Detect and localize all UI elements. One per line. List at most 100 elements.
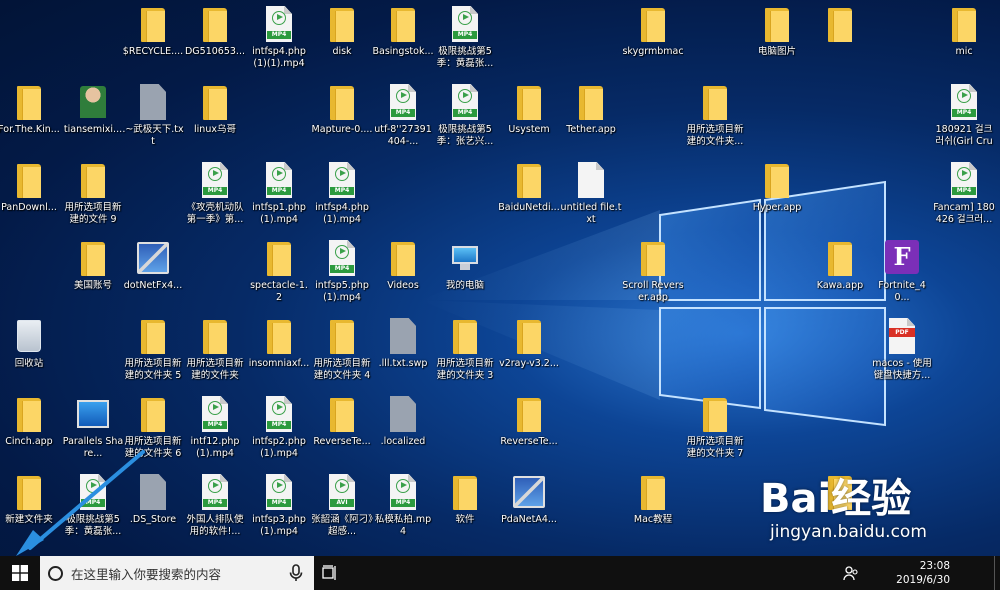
desktop-icon[interactable]: MP4 180921 걸크러쉬(Girl Crus... — [933, 82, 995, 158]
desktop-icon[interactable]: Kawa.app — [809, 238, 871, 314]
desktop-icon[interactable]: MP4 intf12.php (1).mp4 — [184, 394, 246, 470]
desktop-icon-label: spectacle-1.2 — [250, 280, 308, 303]
desktop[interactable]: $RECYCLE.... DG510653... MP4 intfsp4.php (1… — [0, 0, 1000, 556]
desktop-icon[interactable]: Hyper.app — [746, 160, 808, 236]
desktop-icon[interactable]: MP4 utf-8''27391404-... — [372, 82, 434, 158]
desktop-icon[interactable] — [809, 4, 871, 80]
desktop-icon[interactable]: F Fortnite_40... — [871, 238, 933, 314]
desktop-icon[interactable]: Usystem — [498, 82, 560, 158]
desktop-icon[interactable]: MP4 极限挑战第5季：黄磊张... — [62, 472, 124, 548]
desktop-icon-label: 外国人排队使用的软件!... — [186, 514, 244, 537]
desktop-icon[interactable]: 用所选项目新建的文件 9 — [62, 160, 124, 236]
desktop-icon[interactable]: 用所选项目新建的文件夹 7 — [684, 394, 746, 470]
installer-icon — [513, 476, 545, 508]
desktop-icon[interactable]: Basingstok... — [372, 4, 434, 80]
folder-icon — [579, 86, 603, 120]
desktop-icon-label: insomniaxf... — [248, 358, 310, 369]
desktop-icon[interactable]: 用所选项目新建的文件夹 4 — [311, 316, 373, 392]
blank-file-icon — [140, 474, 166, 510]
desktop-icon[interactable]: .localized — [372, 394, 434, 470]
desktop-icon[interactable]: tiansemixi... — [62, 82, 124, 158]
desktop-icon[interactable]: $RECYCLE.... — [122, 4, 184, 80]
desktop-icon[interactable]: 用所选项目新建的文件夹 — [184, 316, 246, 392]
desktop-icon[interactable]: MP4 intfsp4.php (1)(1).mp4 — [248, 4, 310, 80]
search-input[interactable]: 在这里输入你要搜索的内容 — [71, 564, 286, 583]
desktop-icon[interactable]: MP4 intfsp4.php (1).mp4 — [311, 160, 373, 236]
desktop-icon[interactable]: v2ray-v3.2... — [498, 316, 560, 392]
desktop-icon[interactable]: For.The.Kin... — [0, 82, 60, 158]
desktop-icon-label: intfsp2.php (1).mp4 — [252, 436, 306, 459]
desktop-icon[interactable]: insomniaxf... — [248, 316, 310, 392]
desktop-icon-label: linux乌哥 — [194, 124, 236, 135]
desktop-icon-label: 张韶涵《阿刁》超感... — [311, 514, 373, 537]
mp4-file-icon: MP4 — [202, 474, 228, 510]
desktop-icon[interactable]: disk — [311, 4, 373, 80]
desktop-icon[interactable]: linux乌哥 — [184, 82, 246, 158]
desktop-icon[interactable]: mic — [933, 4, 995, 80]
desktop-icon[interactable]: 我的电脑 — [434, 238, 496, 314]
desktop-icon[interactable]: 新建文件夹 — [0, 472, 60, 548]
desktop-icon-label: 180921 걸크러쉬(Girl Crus... — [935, 124, 993, 147]
desktop-icon[interactable]: MP4 私模私拍.mp4 — [372, 472, 434, 548]
folder-icon — [267, 320, 291, 354]
mp4-file-icon: MP4 — [951, 162, 977, 198]
desktop-icon[interactable]: Tether.app — [560, 82, 622, 158]
desktop-icon[interactable]: .DS_Store — [122, 472, 184, 548]
desktop-icon[interactable]: AVI 张韶涵《阿刁》超感... — [311, 472, 373, 548]
desktop-icon[interactable]: Scroll Reverser.app — [622, 238, 684, 314]
desktop-icon[interactable]: DG510653... — [184, 4, 246, 80]
desktop-icon[interactable]: 用所选项目新建的文件夹 5 — [122, 316, 184, 392]
mp4-file-icon: MP4 — [951, 84, 977, 120]
desktop-icon[interactable]: 用所选项目新建的文件夹 3 — [434, 316, 496, 392]
folder-icon — [81, 164, 105, 198]
system-clock[interactable]: 23:08 2019/6/30 — [880, 559, 950, 587]
desktop-icon[interactable]: 回收站 — [0, 316, 60, 392]
desktop-icon-label: BaiduNetdi... — [498, 202, 560, 213]
desktop-icon[interactable]: MP4 intfsp3.php (1).mp4 — [248, 472, 310, 548]
desktop-icon[interactable]: spectacle-1.2 — [248, 238, 310, 314]
desktop-icon[interactable]: ReverseTe... — [498, 394, 560, 470]
installer-icon — [137, 242, 169, 274]
mp4-file-icon: MP4 — [329, 162, 355, 198]
desktop-icon[interactable]: skygrmbmac — [622, 4, 684, 80]
desktop-icon[interactable]: untitled file.txt — [560, 160, 622, 236]
desktop-icon[interactable]: MP4 intfsp1.php (1).mp4 — [248, 160, 310, 236]
task-view-icon[interactable] — [322, 565, 338, 581]
desktop-icon-label: 用所选项目新建的文件夹 7 — [686, 436, 744, 459]
desktop-icon[interactable]: MP4 intfsp2.php (1).mp4 — [248, 394, 310, 470]
desktop-icon[interactable]: PanDownl... — [0, 160, 60, 236]
desktop-icon[interactable]: .~武极天下.txt — [122, 82, 184, 158]
people-icon[interactable] — [843, 565, 859, 581]
desktop-icon[interactable]: Cinch.app — [0, 394, 60, 470]
show-desktop-button[interactable] — [994, 556, 1000, 590]
desktop-icon[interactable]: Videos — [372, 238, 434, 314]
folder-icon — [203, 86, 227, 120]
desktop-icon[interactable]: ReverseTe... — [311, 394, 373, 470]
desktop-icon[interactable]: MP4 极限挑战第5季：张艺兴... — [434, 82, 496, 158]
desktop-icon[interactable]: Mapture-0.... — [311, 82, 373, 158]
desktop-icon[interactable]: MP4 intfsp5.php (1).mp4 — [311, 238, 373, 314]
microphone-icon[interactable] — [286, 563, 306, 583]
folder-icon — [391, 242, 415, 276]
desktop-icon[interactable]: Mac教程 — [622, 472, 684, 548]
desktop-icon[interactable]: .lll.txt.swp — [372, 316, 434, 392]
desktop-icon[interactable]: 电脑图片 — [746, 4, 808, 80]
desktop-icon-label: PanDownl... — [1, 202, 57, 213]
desktop-icon[interactable]: Parallels Share... — [62, 394, 124, 470]
desktop-icon[interactable]: MP4 《攻壳机动队第一季》第... — [184, 160, 246, 236]
desktop-icon[interactable]: PdaNetA4... — [498, 472, 560, 548]
start-button[interactable] — [0, 556, 40, 590]
desktop-icon[interactable]: BaiduNetdi... — [498, 160, 560, 236]
desktop-icon[interactable]: 用所选项目新建的文件夹 6 — [122, 394, 184, 470]
taskbar-search-box[interactable]: 在这里输入你要搜索的内容 — [40, 556, 314, 590]
desktop-icon[interactable]: PDF macos - 使用键盘快捷方... — [871, 316, 933, 392]
desktop-icon-label: Mapture-0.... — [311, 124, 373, 135]
desktop-icon[interactable]: dotNetFx4... — [122, 238, 184, 314]
desktop-icon[interactable]: 软件 — [434, 472, 496, 548]
desktop-icon[interactable]: MP4 极限挑战第5季：黄磊张... — [434, 4, 496, 80]
desktop-icon[interactable]: 用所选项目新建的文件夹... — [684, 82, 746, 158]
desktop-icon[interactable]: 美国账号 — [62, 238, 124, 314]
mp4-file-icon: MP4 — [266, 474, 292, 510]
desktop-icon[interactable]: MP4 Fancam] 180426 걸크러... — [933, 160, 995, 236]
desktop-icon[interactable]: MP4 外国人排队使用的软件!... — [184, 472, 246, 548]
